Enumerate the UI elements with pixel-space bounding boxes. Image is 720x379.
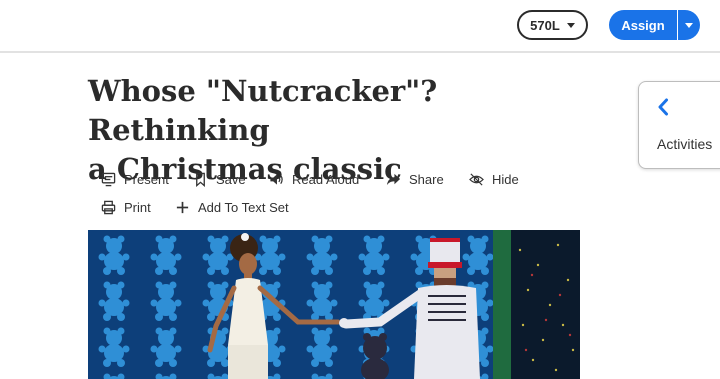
activities-label: Activities bbox=[657, 136, 713, 152]
hide-label: Hide bbox=[492, 171, 519, 187]
present-label: Present bbox=[124, 171, 169, 187]
present-icon bbox=[101, 172, 116, 186]
save-label: Save bbox=[216, 171, 246, 187]
chevron-down-icon bbox=[685, 22, 693, 28]
print-label: Print bbox=[124, 199, 151, 215]
reading-level-dropdown[interactable]: 570L bbox=[517, 10, 588, 40]
article-photo bbox=[88, 230, 580, 379]
assign-button-group: Assign bbox=[609, 10, 700, 40]
share-label: Share bbox=[409, 171, 444, 187]
activities-panel-tab[interactable]: Activities bbox=[638, 81, 720, 169]
bookmark-icon bbox=[196, 172, 205, 187]
eye-slash-icon bbox=[469, 172, 484, 186]
reading-level-label: 570L bbox=[530, 17, 560, 33]
assign-dropdown-button[interactable] bbox=[678, 10, 700, 40]
top-bar: 570L Assign bbox=[0, 0, 720, 53]
save-button[interactable]: Save bbox=[193, 170, 246, 188]
article-title-line-1: Whose "Nutcracker"? Rethinking bbox=[88, 74, 438, 147]
chevron-left-icon bbox=[658, 98, 668, 116]
add-to-text-set-button[interactable]: Add To Text Set bbox=[175, 198, 289, 216]
article-photo-illustration bbox=[88, 230, 580, 379]
plus-icon bbox=[176, 201, 189, 213]
read-aloud-button[interactable]: Read Aloud bbox=[269, 170, 359, 188]
printer-icon bbox=[101, 200, 116, 214]
chevron-down-icon bbox=[566, 22, 575, 28]
speaker-icon bbox=[270, 173, 283, 185]
share-button[interactable]: Share bbox=[386, 170, 444, 188]
add-to-text-set-label: Add To Text Set bbox=[198, 199, 289, 215]
print-button[interactable]: Print bbox=[101, 198, 151, 216]
assign-button[interactable]: Assign bbox=[609, 10, 677, 40]
read-aloud-label: Read Aloud bbox=[292, 171, 360, 187]
present-button[interactable]: Present bbox=[101, 170, 169, 188]
hide-button[interactable]: Hide bbox=[469, 170, 519, 188]
share-arrow-icon bbox=[386, 173, 401, 185]
